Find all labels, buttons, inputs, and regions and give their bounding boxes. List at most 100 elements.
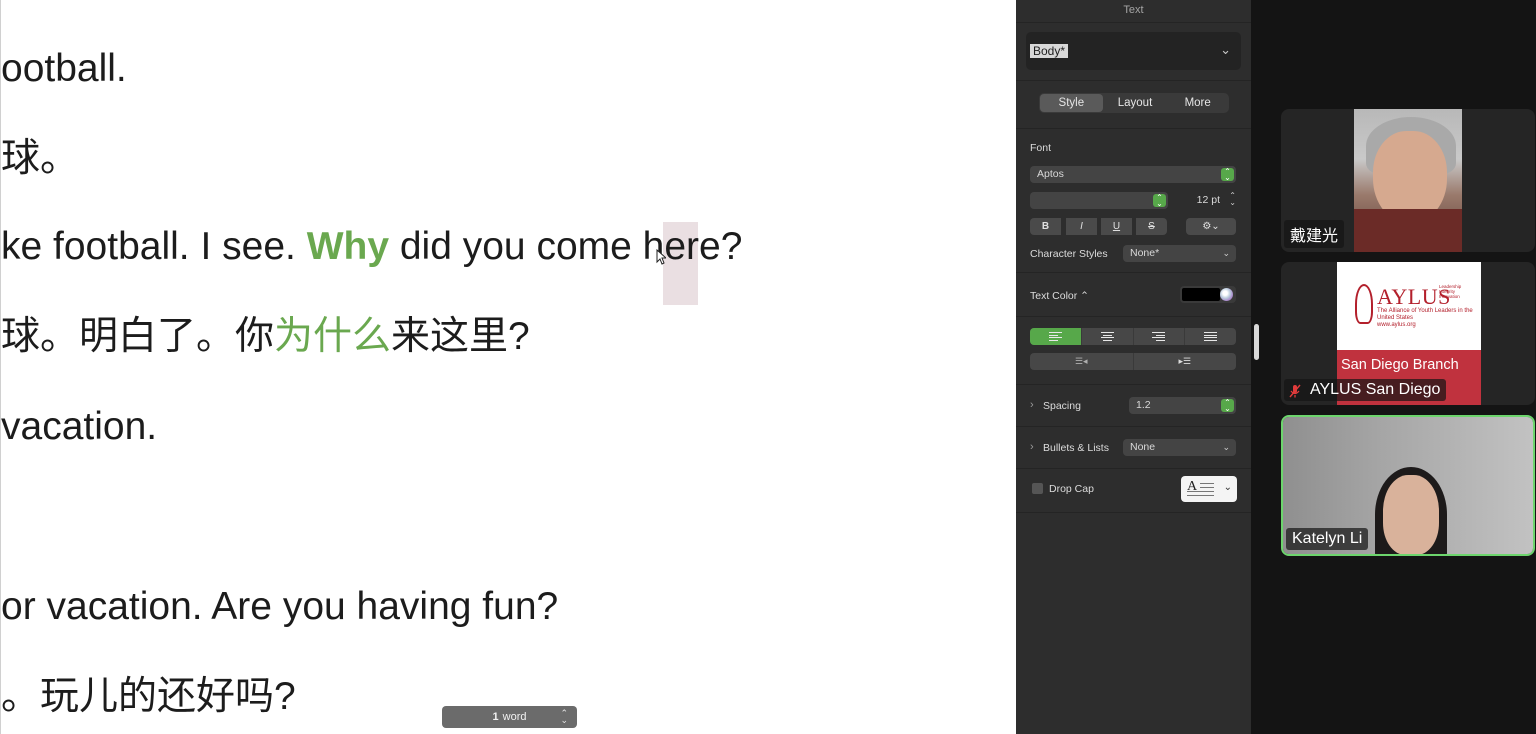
bullets-lists-select[interactable]: None ⌄ (1123, 439, 1236, 456)
document-line[interactable]: 球。 (1, 136, 79, 182)
gear-icon: ⚙⌄ (1202, 221, 1220, 232)
text-run: 球。明白了。你 (1, 315, 275, 358)
character-styles-label: Character Styles (1030, 248, 1108, 260)
text-run: did you come here? (389, 225, 743, 268)
chevron-down-icon: ⌄ (1223, 482, 1232, 493)
drop-cap-line (1187, 491, 1214, 492)
paragraph-style-value: Body* (1030, 44, 1069, 58)
document-line[interactable]: vacation. (1, 404, 157, 450)
bold-button[interactable]: B (1030, 218, 1061, 235)
drop-cap-checkbox[interactable] (1032, 483, 1043, 494)
spacing-label[interactable]: Spacing (1043, 400, 1081, 412)
spacing-value: 1.2 (1136, 399, 1151, 411)
text-run: ke football. I see. (1, 225, 307, 268)
strikethrough-button[interactable]: S (1136, 218, 1167, 235)
align-center-icon (1100, 332, 1114, 341)
document-line[interactable]: ootball. (1, 46, 127, 92)
font-family-select[interactable]: Aptos ⌃ ⌄ (1030, 166, 1236, 183)
text-run: vacation. (1, 405, 158, 448)
participant-video-face (1383, 475, 1439, 554)
align-right-icon (1152, 332, 1166, 341)
spacing-select[interactable]: 1.2 ⌃ ⌄ (1129, 397, 1236, 414)
document-line[interactable]: 球。明白了。你为什么来这里? (1, 314, 530, 360)
participant-tile[interactable]: 戴建光 (1281, 109, 1535, 252)
increase-indent-button[interactable]: ▸☰ (1134, 353, 1237, 370)
spacing-disclosure-icon[interactable]: › (1030, 399, 1034, 411)
character-styles-select[interactable]: None* ⌄ (1123, 245, 1236, 262)
torch-logo-icon (1355, 284, 1373, 324)
bullets-lists-label[interactable]: Bullets & Lists (1043, 442, 1109, 454)
chevron-down-icon: ⌄ (1220, 42, 1231, 57)
tab-layout[interactable]: Layout (1104, 93, 1167, 113)
bullets-lists-value: None (1130, 441, 1156, 453)
document-line[interactable]: ke football. I see. Why did you come her… (1, 224, 742, 270)
text-inspector-panel: Text Body* ⌄ Style Layout More Font Apto… (1016, 0, 1251, 734)
participant-name: 戴建光 (1284, 220, 1345, 248)
italic-button[interactable]: I (1066, 218, 1097, 235)
divider (1016, 384, 1251, 385)
align-left-icon (1048, 332, 1062, 341)
bullets-disclosure-icon[interactable]: › (1030, 441, 1034, 453)
drop-cap-line (1200, 483, 1214, 484)
indent-icon: ▸☰ (1178, 356, 1192, 366)
divider (1016, 128, 1251, 129)
color-wheel-icon[interactable] (1220, 288, 1233, 301)
stepper-icon: ⌃ ⌄ (1221, 399, 1234, 413)
align-right-button[interactable] (1134, 328, 1186, 345)
screen: ootball. 球。 ke football. I see. Why did yo… (0, 0, 1536, 734)
document-canvas[interactable]: ootball. 球。 ke football. I see. Why did yo… (0, 0, 1016, 734)
align-center-button[interactable] (1082, 328, 1134, 345)
text-color-label: Text Color ⌃ (1030, 290, 1089, 302)
align-left-button[interactable] (1030, 328, 1082, 345)
tab-style[interactable]: Style (1040, 94, 1103, 112)
chevron-down-icon: ⌄ (1222, 248, 1230, 258)
font-size-stepper-icon[interactable]: ⌃ ⌄ (1229, 192, 1236, 207)
font-section-label: Font (1030, 142, 1052, 154)
mouse-cursor-icon (656, 249, 666, 265)
paragraph-style-select[interactable]: Body* ⌄ (1026, 32, 1241, 70)
participant-name-text: AYLUS San Diego (1310, 381, 1441, 398)
indent-control: ☰◂ ▸☰ (1030, 353, 1236, 370)
tagline-line: Innovation (1439, 294, 1460, 299)
tab-more[interactable]: More (1166, 93, 1229, 113)
divider (1016, 316, 1251, 317)
drop-cap-style-button[interactable]: A ⌄ (1181, 476, 1237, 502)
text-color-well[interactable] (1180, 286, 1236, 303)
mic-muted-icon (1289, 384, 1301, 398)
aylus-subtitle: The Alliance of Youth Leaders in the Uni… (1377, 308, 1477, 329)
word-count-number: 1 (492, 711, 499, 723)
drop-cap-line (1187, 495, 1214, 496)
participant-tile[interactable]: AYLUS Leadership Integrity Innovation Th… (1281, 262, 1535, 405)
inspector-tabs: Style Layout More (1039, 93, 1229, 113)
aylus-tagline: Leadership Integrity Innovation (1439, 284, 1461, 299)
divider (1016, 468, 1251, 469)
drop-cap-line (1200, 487, 1214, 488)
underline-button[interactable]: U (1101, 218, 1132, 235)
word-count-popup[interactable]: 1 word ⌃ ⌄ (442, 706, 577, 728)
participant-tile-active-speaker[interactable]: Katelyn Li (1281, 415, 1535, 556)
text-run: 。玩儿的还好吗? (1, 675, 296, 718)
aylus-subtitle-text: The Alliance of Youth Leaders in the Uni… (1377, 308, 1473, 321)
document-line[interactable]: or vacation. Are you having fun? (1, 584, 558, 630)
resize-handle[interactable] (1254, 324, 1259, 360)
document-line[interactable]: 。玩儿的还好吗? (1, 674, 296, 720)
word-count-stepper-icon[interactable]: ⌃ ⌄ (560, 709, 568, 725)
word-count-unit: word (502, 711, 527, 723)
drop-cap-label: Drop Cap (1049, 483, 1094, 495)
align-justify-button[interactable] (1185, 328, 1236, 345)
highlighted-text-run: 为什么 (274, 315, 392, 358)
decrease-indent-button[interactable]: ☰◂ (1030, 353, 1134, 370)
stepper-icon: ⌃ ⌄ (1221, 168, 1234, 182)
participant-video-shirt (1354, 209, 1462, 252)
font-family-value: Aptos (1037, 168, 1064, 180)
participant-name: AYLUS San Diego (1284, 379, 1447, 401)
align-justify-icon (1204, 332, 1218, 341)
inspector-title: Text (1123, 4, 1144, 16)
font-size-value: 12 pt (1196, 194, 1220, 206)
highlighted-text-run: Why (306, 225, 390, 268)
font-typeface-select[interactable]: ⌃ ⌄ (1030, 192, 1168, 209)
divider (1016, 80, 1251, 81)
divider (1016, 512, 1251, 513)
font-size-field[interactable]: 12 pt ⌃ ⌄ (1186, 192, 1236, 209)
text-options-button[interactable]: ⚙⌄ (1186, 218, 1236, 235)
